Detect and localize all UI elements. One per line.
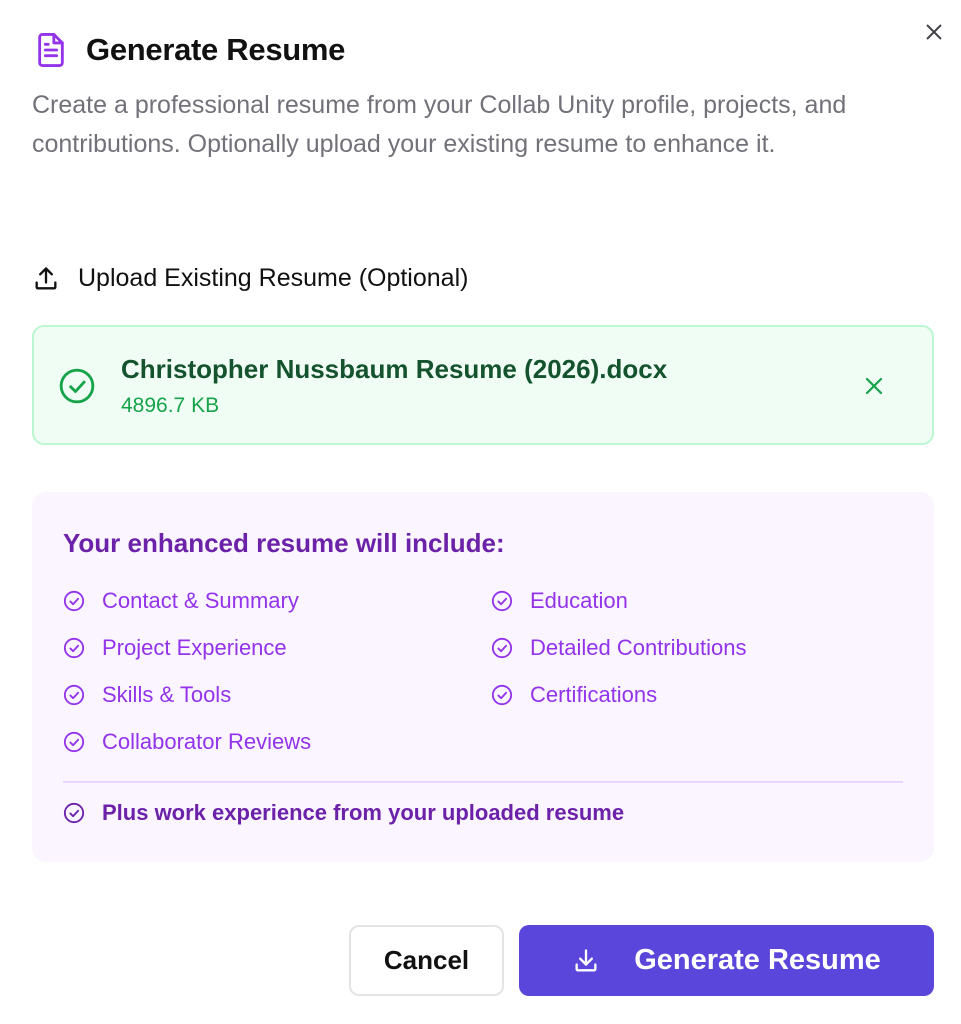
include-item: Detailed Contributions [491,635,746,661]
include-item: Certifications [491,682,657,708]
include-item: Project Experience [63,635,287,661]
close-icon [926,24,942,40]
include-item: Skills & Tools [63,682,231,708]
dialog-title: Generate Resume [86,32,346,67]
upload-label-text: Upload Existing Resume (Optional) [78,264,469,292]
check-circle-icon [63,590,85,612]
include-item: Collaborator Reviews [63,729,311,755]
check-circle-icon [58,367,96,405]
check-circle-icon [491,590,513,612]
uploaded-file-card: Christopher Nussbaum Resume (2026).docx … [32,325,934,445]
file-text-icon [34,30,70,70]
uploaded-resume-extra: Plus work experience from your uploaded … [63,800,624,826]
uploaded-file-name: Christopher Nussbaum Resume (2026).docx [121,354,668,384]
generate-button-label: Generate Resume [634,944,881,976]
divider [63,781,903,783]
resume-includes-panel: Your enhanced resume will include: Conta… [32,492,934,862]
dialog-header: Generate Resume [34,30,345,70]
include-item-label: Contact & Summary [102,588,299,613]
include-item-label: Education [530,588,628,613]
include-item: Education [491,588,628,614]
cancel-button-label: Cancel [383,945,470,975]
check-circle-icon [63,637,85,659]
includes-title: Your enhanced resume will include: [63,528,505,558]
check-circle-icon [491,684,513,706]
upload-section-label: Upload Existing Resume (Optional) [32,264,468,293]
dialog-description: Create a professional resume from your C… [32,91,847,158]
remove-file-button[interactable] [860,372,888,400]
extra-label: Plus work experience from your uploaded … [102,800,625,825]
include-item-label: Collaborator Reviews [102,729,312,754]
check-circle-icon [63,684,85,706]
close-dialog-button[interactable] [920,18,948,46]
uploaded-file-size: 4896.7 KB [121,394,220,417]
include-item-label: Skills & Tools [102,682,232,707]
include-item: Contact & Summary [63,588,299,614]
cancel-button[interactable]: Cancel [349,925,504,996]
download-icon [575,948,597,971]
check-circle-icon [491,637,513,659]
upload-icon [35,266,57,289]
close-icon [865,377,883,395]
include-item-label: Project Experience [102,635,287,660]
generate-resume-button[interactable]: Generate Resume [519,925,934,996]
check-circle-icon [63,731,85,753]
include-item-label: Certifications [530,682,658,707]
check-circle-icon [63,802,85,824]
include-item-label: Detailed Contributions [530,635,747,660]
